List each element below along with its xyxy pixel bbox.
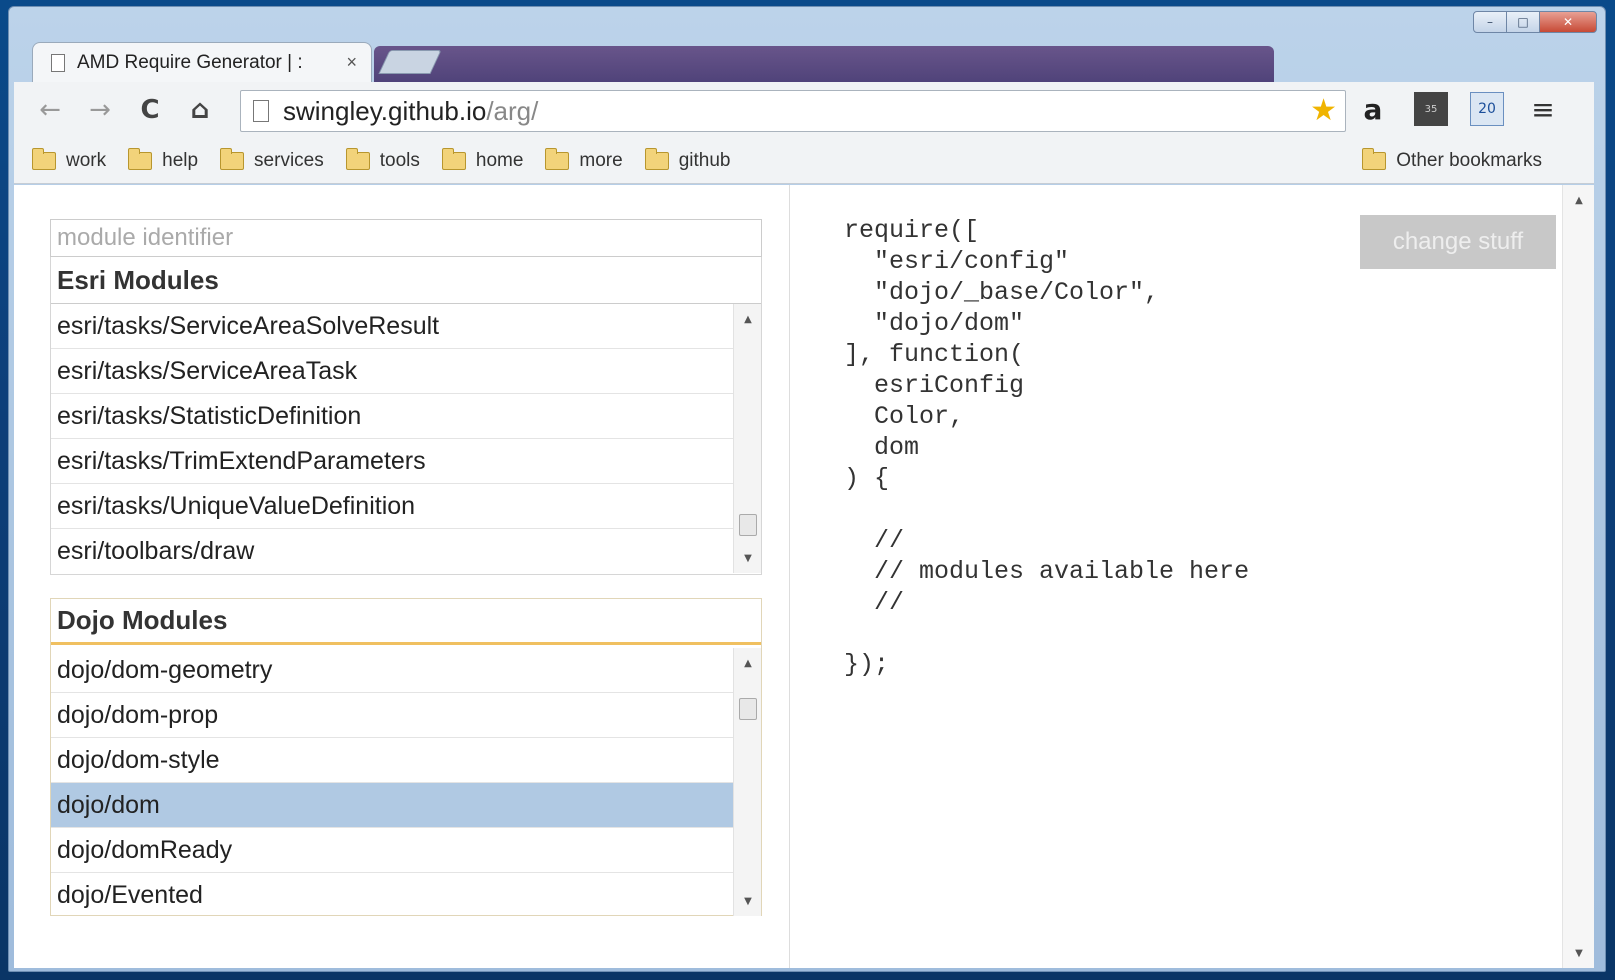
change-stuff-button[interactable]: change stuff (1360, 215, 1556, 269)
generated-require-code: require([ "esri/config" "dojo/_base/Colo… (844, 216, 1250, 679)
page-icon (51, 53, 65, 72)
scroll-up-icon[interactable]: ▲ (1563, 189, 1595, 211)
bookmark-label: tools (379, 149, 420, 171)
scroll-up-icon[interactable]: ▲ (734, 308, 761, 330)
dojo-list-scrollbar[interactable]: ▲ ▼ (733, 648, 761, 916)
esri-modules-group: Esri Modules esri/tasks/ServiceAreaSolve… (50, 257, 762, 575)
list-item[interactable]: dojo/dom-style (51, 738, 733, 783)
folder-icon (32, 147, 56, 170)
page-icon (253, 100, 269, 122)
module-search-input[interactable] (50, 219, 762, 257)
folder-icon (220, 147, 245, 170)
bookmark-label: help (162, 149, 199, 171)
list-item[interactable]: esri/tasks/UniqueValueDefinition (51, 484, 733, 529)
folder-icon (441, 147, 466, 170)
scroll-down-icon[interactable]: ▼ (1563, 942, 1595, 964)
url-host: swingley.github.io (283, 95, 487, 126)
scroll-thumb[interactable] (739, 698, 757, 720)
dojo-modules-title: Dojo Modules (51, 599, 761, 645)
close-window-button[interactable]: ✕ (1539, 11, 1597, 33)
scroll-down-icon[interactable]: ▼ (734, 890, 761, 912)
dojo-modules-group: Dojo Modules dojo/dom-geometry dojo/dom-… (50, 598, 762, 916)
list-item[interactable]: esri/tasks/ServiceAreaTask (51, 349, 733, 394)
folder-icon (545, 147, 570, 170)
bookmark-more[interactable]: more (545, 147, 623, 172)
module-picker-pane: Esri Modules esri/tasks/ServiceAreaSolve… (14, 185, 790, 968)
calendar-extension-icon[interactable]: 20 (1470, 92, 1504, 126)
bookmark-label: home (475, 149, 524, 171)
dojo-modules-list[interactable]: dojo/dom-geometry dojo/dom-prop dojo/dom… (51, 648, 761, 916)
window-controls: – □ ✕ (1473, 11, 1597, 33)
esri-modules-list[interactable]: esri/tasks/ServiceAreaSolveResult esri/t… (51, 303, 761, 573)
tab-strip-background (374, 46, 1274, 82)
url-path: /arg/ (486, 95, 539, 126)
browser-toolbar: ← → C ⌂ swingley.github.io/arg/ ★ a 35 2… (14, 82, 1594, 138)
home-button[interactable]: ⌂ (180, 90, 220, 130)
bookmarks-bar: work help services tools home more githu… (14, 138, 1594, 184)
esri-modules-title: Esri Modules (57, 264, 219, 295)
esri-list-scrollbar[interactable]: ▲ ▼ (733, 304, 761, 573)
page-scrollbar[interactable]: ▲ ▼ (1562, 185, 1594, 968)
list-item[interactable]: esri/tasks/ServiceAreaSolveResult (51, 304, 733, 349)
folder-icon (644, 147, 669, 170)
other-bookmarks[interactable]: Other bookmarks (1362, 147, 1542, 172)
minimize-button[interactable]: – (1473, 11, 1507, 33)
list-item[interactable]: dojo/Evented (51, 873, 733, 916)
tab-close-icon[interactable]: × (346, 52, 357, 73)
scroll-thumb[interactable] (739, 514, 757, 536)
folder-icon (128, 147, 153, 170)
list-item-selected[interactable]: dojo/dom (51, 783, 733, 828)
list-item[interactable]: esri/tasks/StatisticDefinition (51, 394, 733, 439)
bookmark-label: services (254, 149, 324, 171)
tab-title: AMD Require Generator | : (77, 51, 303, 73)
maximize-button[interactable]: □ (1506, 11, 1540, 33)
bookmark-help[interactable]: help (128, 147, 199, 172)
list-item[interactable]: dojo/dom-geometry (51, 648, 733, 693)
back-button[interactable]: ← (30, 90, 70, 130)
menu-icon[interactable]: ≡ (1526, 92, 1560, 126)
address-bar[interactable]: swingley.github.io/arg/ ★ (240, 90, 1346, 132)
scroll-up-icon[interactable]: ▲ (734, 652, 761, 674)
amazon-extension-icon[interactable]: a (1356, 92, 1390, 126)
bookmark-star-icon[interactable]: ★ (1310, 93, 1337, 128)
bookmark-services[interactable]: services (220, 147, 324, 172)
bookmark-home[interactable]: home (441, 147, 524, 172)
scroll-down-icon[interactable]: ▼ (734, 547, 761, 569)
bookmark-github[interactable]: github (644, 147, 731, 172)
forward-button[interactable]: → (80, 90, 120, 130)
list-item[interactable]: esri/tasks/TrimExtendParameters (51, 439, 733, 484)
tab-amd-require-generator[interactable]: AMD Require Generator | : × (32, 42, 372, 82)
list-item[interactable]: dojo/domReady (51, 828, 733, 873)
bookmark-label: work (66, 149, 107, 171)
bookmark-work[interactable]: work (32, 147, 107, 172)
bookmark-tools[interactable]: tools (345, 147, 420, 172)
bookmark-label: Other bookmarks (1396, 149, 1542, 171)
bookmark-label: github (678, 149, 731, 171)
list-item[interactable]: dojo/dom-prop (51, 693, 733, 738)
folder-icon (1362, 147, 1387, 170)
folder-icon (345, 147, 370, 170)
tab-strip: AMD Require Generator | : × (14, 36, 1574, 82)
reload-button[interactable]: C (130, 90, 170, 130)
page-content: Esri Modules esri/tasks/ServiceAreaSolve… (14, 185, 1594, 968)
list-item[interactable]: esri/toolbars/draw (51, 529, 733, 573)
extension-icon[interactable]: 35 (1414, 92, 1448, 126)
bookmark-label: more (579, 149, 623, 171)
